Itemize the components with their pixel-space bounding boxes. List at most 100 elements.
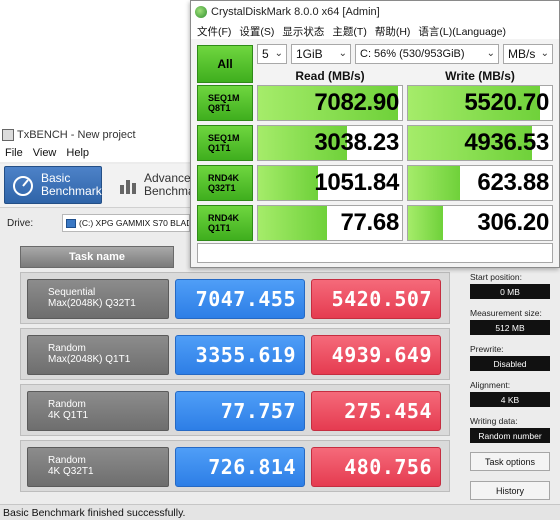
read-result: 3355.619	[175, 335, 305, 375]
read-value: 7082.90	[314, 89, 399, 116]
task-name: Random 4K Q1T1	[27, 391, 169, 431]
benchmark-grid: Task name Sequential Max(2048K) Q32T1 704…	[20, 246, 450, 496]
alignment-label: Alignment:	[470, 380, 511, 390]
test-line2: Q1T1	[208, 223, 231, 233]
write-column-header: Write (MB/s)	[445, 69, 515, 83]
writing-data-value[interactable]: Random number	[470, 428, 550, 443]
tab-advanced-benchmark[interactable]: Advanced Benchmark	[112, 166, 205, 204]
measurement-size-value[interactable]: 512 MB	[470, 320, 550, 335]
status-bar: Basic Benchmark finished successfully.	[0, 504, 560, 520]
write-value: 5520.70	[464, 89, 549, 116]
chevron-down-icon: ⌄	[540, 48, 549, 59]
task-name: Random 4K Q32T1	[27, 447, 169, 487]
test-line1: SEQ1M	[208, 93, 240, 103]
drive-label: Drive:	[7, 218, 34, 229]
tab-basic-label: Basic Benchmark	[41, 171, 102, 198]
menu-settings-cn[interactable]: 设置(S)	[235, 24, 278, 39]
write-result-cell: 623.88	[407, 165, 553, 201]
test-size-select[interactable]: 1GiB ⌄	[291, 44, 351, 64]
task-line1: Random	[48, 343, 86, 354]
test-button[interactable]: SEQ1M Q1T1	[197, 125, 253, 161]
table-row: Sequential Max(2048K) Q32T1 7047.455 5420…	[20, 272, 450, 324]
write-result: 4939.649	[311, 335, 441, 375]
read-value: 1051.84	[314, 169, 399, 196]
read-result-cell: 3038.23	[257, 125, 403, 161]
menu-display-cn[interactable]: 显示状态	[278, 24, 328, 39]
read-progress-bar	[258, 206, 328, 240]
read-result: 7047.455	[175, 279, 305, 319]
measurement-size-label: Measurement size:	[470, 308, 542, 318]
test-line1: RND4K	[208, 173, 240, 183]
prewrite-value[interactable]: Disabled	[470, 356, 550, 371]
tab-basic-benchmark[interactable]: Basic Benchmark	[4, 166, 102, 204]
task-line2: Max(2048K) Q32T1	[48, 298, 136, 309]
settings-panel: Start position: 0 MB Measurement size: 5…	[470, 272, 554, 500]
task-line2: Max(2048K) Q1T1	[48, 354, 131, 365]
test-line2: Q8T1	[208, 103, 231, 113]
menu-file-cn[interactable]: 文件(F)	[193, 24, 235, 39]
prewrite-label: Prewrite:	[470, 344, 504, 354]
read-progress-bar	[258, 166, 319, 200]
crystaldiskmark-app-icon	[195, 6, 207, 18]
drive-select-cdm[interactable]: C: 56% (530/953GiB) ⌄	[355, 44, 499, 64]
menu-file[interactable]: File	[0, 147, 28, 159]
test-line1: RND4K	[208, 213, 240, 223]
write-value: 4936.53	[464, 129, 549, 156]
cdm-titlebar[interactable]: CrystalDiskMark 8.0.0 x64 [Admin]	[191, 1, 559, 23]
write-result: 480.756	[311, 447, 441, 487]
speedometer-icon	[11, 173, 35, 197]
drive-value-cdm: C: 56% (530/953GiB)	[360, 48, 465, 60]
task-name: Random Max(2048K) Q1T1	[27, 335, 169, 375]
txbench-app-icon	[2, 129, 14, 141]
write-value: 623.88	[477, 169, 549, 196]
all-button[interactable]: All	[197, 45, 253, 83]
read-result-cell: 1051.84	[257, 165, 403, 201]
writing-data-label: Writing data:	[470, 416, 518, 426]
menu-help-cn[interactable]: 帮助(H)	[371, 24, 415, 39]
task-line2: 4K Q32T1	[48, 466, 94, 477]
menu-language-cn[interactable]: 语言(L)(Language)	[414, 24, 510, 39]
test-line2: Q1T1	[208, 143, 231, 153]
write-value: 306.20	[477, 209, 549, 236]
cdm-menubar: 文件(F) 设置(S) 显示状态 主题(T) 帮助(H) 语言(L)(Langu…	[191, 23, 559, 39]
test-count-select[interactable]: 5 ⌄	[257, 44, 287, 64]
start-position-label: Start position:	[470, 272, 522, 282]
menu-view[interactable]: View	[28, 147, 62, 159]
read-result-cell: 7082.90	[257, 85, 403, 121]
history-button[interactable]: History	[470, 481, 550, 500]
task-name: Sequential Max(2048K) Q32T1	[27, 279, 169, 319]
cdm-title: CrystalDiskMark 8.0.0 x64 [Admin]	[211, 6, 380, 18]
menu-theme-cn[interactable]: 主题(T)	[328, 24, 370, 39]
chevron-down-icon: ⌄	[338, 48, 347, 59]
task-options-button[interactable]: Task options	[470, 452, 550, 471]
test-line1: SEQ1M	[208, 133, 240, 143]
read-value: 77.68	[340, 209, 399, 236]
start-position-value[interactable]: 0 MB	[470, 284, 550, 299]
alignment-value[interactable]: 4 KB	[470, 392, 550, 407]
test-line2: Q32T1	[208, 183, 236, 193]
task-line2: 4K Q1T1	[48, 410, 89, 421]
test-count-value: 5	[262, 47, 269, 61]
write-progress-bar	[408, 206, 443, 240]
column-header-task: Task name	[20, 246, 174, 268]
unit-value: MB/s	[508, 47, 536, 61]
txbench-title: TxBENCH - New project	[17, 129, 136, 141]
drive-value: (C:) XPG GAMMIX S70 BLADE	[79, 218, 190, 228]
comment-field[interactable]	[197, 243, 553, 263]
drive-select[interactable]: (C:) XPG GAMMIX S70 BLADE	[62, 214, 190, 232]
menu-help[interactable]: Help	[61, 147, 94, 159]
write-result-cell: 306.20	[407, 205, 553, 241]
task-line1: Sequential	[48, 287, 96, 298]
write-result: 275.454	[311, 391, 441, 431]
write-result-cell: 4936.53	[407, 125, 553, 161]
task-line1: Random	[48, 455, 86, 466]
write-result: 5420.507	[311, 279, 441, 319]
drive-icon	[66, 218, 76, 228]
unit-select[interactable]: MB/s ⌄	[503, 44, 553, 64]
test-button[interactable]: RND4K Q1T1	[197, 205, 253, 241]
test-button[interactable]: SEQ1M Q8T1	[197, 85, 253, 121]
read-result: 726.814	[175, 447, 305, 487]
test-size-value: 1GiB	[296, 47, 323, 61]
write-progress-bar	[408, 166, 460, 200]
test-button[interactable]: RND4K Q32T1	[197, 165, 253, 201]
